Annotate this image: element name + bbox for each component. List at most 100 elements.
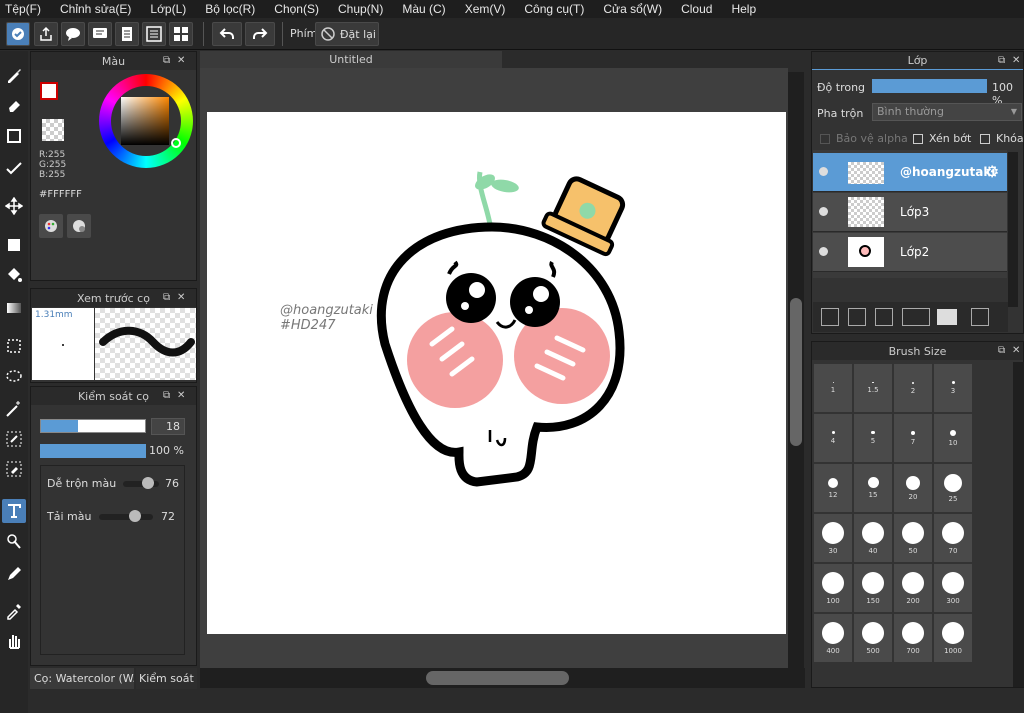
menu-item[interactable]: Màu (C) <box>402 2 445 16</box>
brush-size-cell[interactable]: 1.5 <box>854 364 892 412</box>
popout-icon[interactable]: ⧉ <box>163 390 174 401</box>
menu-item[interactable]: Chụp(N) <box>338 2 383 16</box>
brush-size-cell[interactable]: 1 <box>814 364 852 412</box>
comment-icon[interactable] <box>88 22 112 46</box>
folder-icon[interactable] <box>937 309 957 325</box>
brush-size-cell[interactable]: 12 <box>814 464 852 512</box>
eye-icon[interactable] <box>819 207 828 216</box>
new-layer-icon[interactable] <box>821 308 839 326</box>
brush-size-cell[interactable]: 150 <box>854 564 892 612</box>
color-square[interactable] <box>121 97 169 145</box>
blend-mode-select[interactable]: Bình thường ▼ <box>872 103 1022 121</box>
redo-icon[interactable] <box>245 22 275 46</box>
rectangle-tool-icon[interactable] <box>2 124 26 148</box>
brush-size-cell[interactable]: 25 <box>934 464 972 512</box>
brush-size-value[interactable]: 18 <box>151 418 185 435</box>
menu-item[interactable]: Bộ lọc(R) <box>205 2 255 16</box>
resample-slider[interactable] <box>99 514 153 520</box>
brush-size-cell[interactable]: 7 <box>894 414 932 462</box>
lock-checkbox[interactable] <box>980 134 990 144</box>
menu-item[interactable]: Cloud <box>681 2 712 16</box>
popout-icon[interactable]: ⧉ <box>163 55 174 66</box>
menu-item[interactable]: Cửa sổ(W) <box>603 2 662 16</box>
popout-icon[interactable]: ⧉ <box>998 345 1009 356</box>
menu-item[interactable]: Chỉnh sửa(E) <box>60 2 131 16</box>
brush-size-cell[interactable]: 20 <box>894 464 932 512</box>
menu-item[interactable]: Chọn(S) <box>274 2 319 16</box>
import-layer-icon[interactable] <box>875 308 893 326</box>
fill-square-icon[interactable] <box>2 233 26 257</box>
eye-icon[interactable] <box>819 247 828 256</box>
blend-handle[interactable] <box>142 477 154 489</box>
close-icon[interactable]: ✕ <box>1012 55 1023 66</box>
undo-icon[interactable] <box>212 22 242 46</box>
grid-icon[interactable] <box>169 22 193 46</box>
bucket-tool-icon[interactable] <box>2 263 26 287</box>
brush-size-cell[interactable]: 50 <box>894 514 932 562</box>
eyedropper-icon[interactable] <box>2 599 26 623</box>
check-icon[interactable] <box>6 22 30 46</box>
protect-alpha-checkbox[interactable] <box>820 134 830 144</box>
add-layer-menu-icon[interactable] <box>902 308 930 326</box>
brush-size-cell[interactable]: 1000 <box>934 614 972 662</box>
brush-size-cell[interactable]: 200 <box>894 564 932 612</box>
menu-item[interactable]: Lớp(L) <box>150 2 186 16</box>
transparent-swatch[interactable] <box>42 119 64 141</box>
brush-size-cell[interactable]: 4 <box>814 414 852 462</box>
layer-row[interactable]: Lớp2 <box>813 233 1007 272</box>
horizontal-scroll-thumb[interactable] <box>426 671 569 685</box>
popout-icon[interactable]: ⧉ <box>163 292 174 303</box>
gear-icon[interactable]: ⚙ <box>985 162 999 181</box>
brush-size-cell[interactable]: 70 <box>934 514 972 562</box>
clipping-checkbox[interactable] <box>913 134 923 144</box>
gradient-tool-icon[interactable] <box>2 296 26 320</box>
menu-item[interactable]: Help <box>731 2 756 16</box>
brush-size-cell[interactable]: 40 <box>854 514 892 562</box>
brush-size-cell[interactable]: 500 <box>854 614 892 662</box>
canvas[interactable]: @hoangzutaki #HD247 <box>207 112 786 634</box>
list-icon[interactable] <box>142 22 166 46</box>
brush-size-cell[interactable]: 300 <box>934 564 972 612</box>
menu-item[interactable]: Công cụ(T) <box>524 2 584 16</box>
layer-opacity-slider[interactable] <box>872 79 987 93</box>
primary-color-swatch[interactable] <box>40 82 58 100</box>
canvas-tab[interactable]: Untitled <box>200 51 502 68</box>
layer-row[interactable]: Lớp3 <box>813 193 1007 232</box>
document-icon[interactable] <box>115 22 139 46</box>
close-icon[interactable]: ✕ <box>177 292 188 303</box>
operation-tool-icon[interactable] <box>2 529 26 553</box>
horizontal-scrollbar[interactable] <box>200 668 805 688</box>
brush-size-cell[interactable]: 30 <box>814 514 852 562</box>
brush-size-cell[interactable]: 2 <box>894 364 932 412</box>
eye-icon[interactable] <box>819 167 828 176</box>
brush-size-slider[interactable] <box>40 419 146 433</box>
chat-icon[interactable] <box>61 22 85 46</box>
move-tool-icon[interactable] <box>2 194 26 218</box>
select-eraser-icon[interactable] <box>2 457 26 481</box>
tab-brush[interactable]: Cọ: Watercolor (W... <box>30 668 134 689</box>
brush-size-cell[interactable]: 100 <box>814 564 852 612</box>
brush-size-cell[interactable]: 10 <box>934 414 972 462</box>
brush-opacity-slider[interactable] <box>40 444 146 458</box>
hue-handle[interactable] <box>171 138 181 148</box>
pen-tool-icon[interactable] <box>2 562 26 586</box>
brush-tool-icon[interactable] <box>2 63 26 87</box>
brush-size-cell[interactable]: 15 <box>854 464 892 512</box>
brush-size-cell[interactable]: 700 <box>894 614 932 662</box>
magic-wand-icon[interactable] <box>2 397 26 421</box>
eraser-tool-icon[interactable] <box>2 93 26 117</box>
tab-brush-control[interactable]: Kiểm soát c <box>136 668 197 689</box>
text-tool-icon[interactable] <box>2 499 26 523</box>
palette-icon[interactable] <box>39 214 63 238</box>
close-icon[interactable]: ✕ <box>177 55 188 66</box>
menu-item[interactable]: Tệp(F) <box>5 2 41 16</box>
resample-handle[interactable] <box>129 510 141 522</box>
layer-scrollbar[interactable] <box>1008 152 1018 307</box>
select-pen-icon[interactable] <box>2 427 26 451</box>
menu-item[interactable]: Xem(V) <box>465 2 506 16</box>
share-icon[interactable] <box>34 22 58 46</box>
hand-tool-icon[interactable] <box>2 629 26 653</box>
reset-button[interactable]: Đặt lại <box>315 22 379 46</box>
brush-size-cell[interactable]: 5 <box>854 414 892 462</box>
vertical-scrollbar[interactable] <box>788 72 804 670</box>
